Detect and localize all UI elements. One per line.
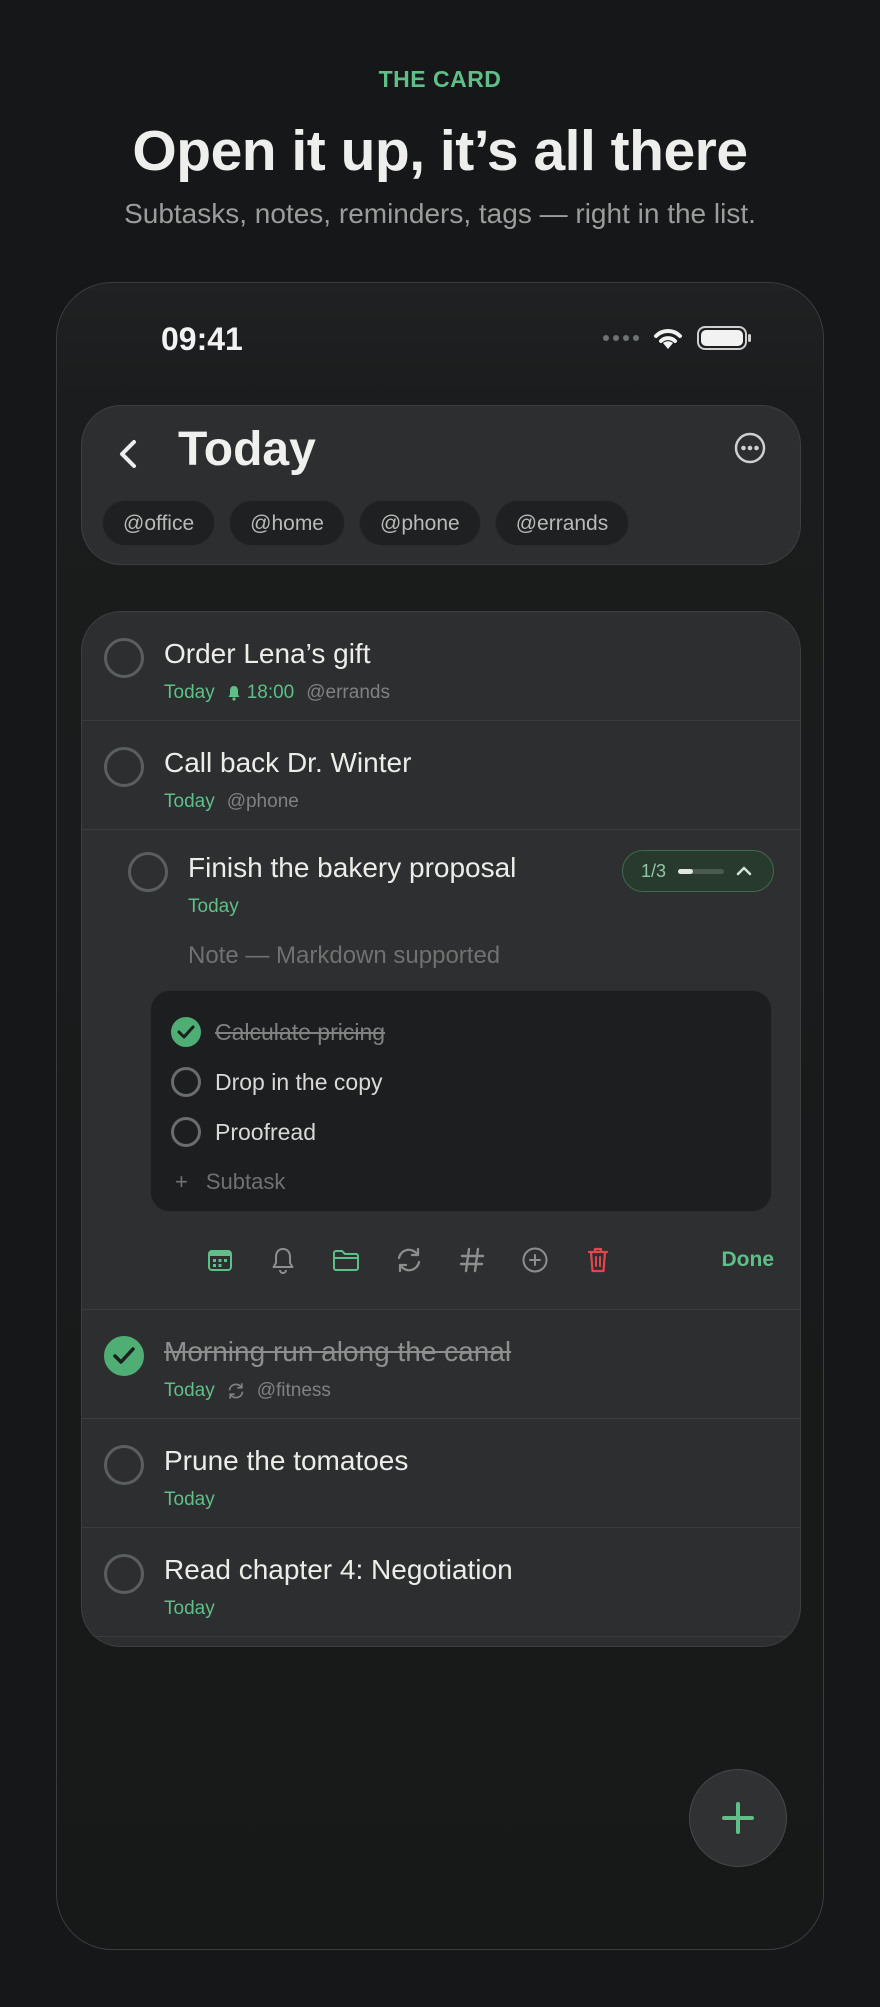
subtask-checkbox[interactable] [171,1017,201,1047]
task-context: @phone [226,791,299,812]
task-title: Read chapter 4: Negotiation [164,1554,513,1585]
task-reminder: 18:00 [227,682,295,704]
wifi-icon [654,329,682,349]
subtask-item[interactable]: Drop in the copy [171,1065,382,1099]
add-circle-icon[interactable] [515,1240,555,1280]
note-field[interactable]: Note — Markdown supported [188,942,500,970]
checkmark-icon [113,1347,135,1364]
task-date: Today [164,791,215,812]
page-title: Today [178,423,316,476]
subtask-label: Drop in the copy [215,1068,383,1095]
task-checkbox[interactable] [104,1336,144,1376]
task-title: Prune the tomatoes [164,1445,409,1476]
tag-home[interactable]: @home [229,500,345,546]
subtask-label: Calculate pricing [215,1018,386,1045]
chevron-up-icon [736,866,752,876]
subline: Subtasks, notes, reminders, tags — right… [124,198,756,229]
task-list: Order Lena’s gift Today 18:00 @errands C… [81,611,801,1647]
task-title: Morning run along the canal [164,1336,512,1367]
subtask-list: Calculate pricing Drop in the copy Proof… [150,990,772,1212]
phone-frame: 09:41 Today @office @home @phone @errand… [56,282,824,1950]
task-checkbox[interactable] [104,1445,144,1485]
task-date: Today [164,1380,215,1401]
task-date: Today [164,1489,215,1510]
subtask-progress-bar [678,868,725,874]
repeat-icon[interactable] [389,1240,429,1280]
task-date: Today [164,1598,215,1619]
bell-icon [228,686,240,701]
expanded-task-card: Finish the bakery proposal Today 1/3 Not… [82,830,800,1310]
subtask-label: Proofread [215,1118,317,1145]
task-row[interactable]: Order Lena’s gift Today 18:00 @errands [82,612,800,721]
task-action-toolbar: Done [200,1240,774,1280]
more-options-icon[interactable] [732,430,768,466]
task-title: Call back Dr. Winter [164,747,412,778]
subtask-item[interactable]: Proofread [171,1115,316,1149]
task-checkbox[interactable] [104,747,144,787]
subtask-progress-toggle[interactable]: 1/3 [622,850,774,892]
add-subtask-button[interactable]: + Subtask [175,1169,285,1195]
task-row[interactable]: Prune the tomatoes Today [82,1419,800,1528]
task-context: @errands [306,682,390,703]
task-row[interactable]: Call back Dr. Winter Today @phone [82,721,800,830]
task-date: Today [188,896,239,917]
task-row[interactable]: Read chapter 4: Negotiation Today [82,1528,800,1637]
task-context: @fitness [256,1380,331,1401]
header-card: Today @office @home @phone @errands [81,405,801,565]
plus-icon: + [175,1169,188,1194]
tag-office[interactable]: @office [102,500,216,546]
plus-icon [722,1802,754,1834]
headline: Open it up, it’s all there [132,119,748,183]
hashtag-icon[interactable] [452,1240,492,1280]
add-subtask-label: Subtask [205,1169,286,1194]
checkmark-icon [177,1025,195,1039]
trash-icon[interactable] [578,1240,618,1280]
task-title[interactable]: Finish the bakery proposal [188,852,516,884]
status-bar: 09:41 [57,283,823,393]
reminder-time: 18:00 [246,682,295,703]
repeat-icon [228,1383,243,1399]
tag-phone[interactable]: @phone [359,500,481,546]
task-title: Order Lena’s gift [164,638,371,669]
tag-errands[interactable]: @errands [494,500,630,546]
task-date: Today [164,682,215,703]
eyebrow: THE CARD [378,66,502,92]
done-button[interactable]: Done [722,1248,775,1272]
subtask-progress-label: 1/3 [641,860,667,881]
task-checkbox[interactable] [104,638,144,678]
bell-icon[interactable] [263,1240,303,1280]
status-time: 09:41 [161,321,243,357]
context-tag-bar: @office @home @phone @errands [102,500,630,546]
subtask-checkbox[interactable] [171,1117,201,1147]
battery-icon [697,326,751,350]
add-task-button[interactable] [689,1769,787,1867]
task-checkbox[interactable] [128,852,168,892]
calendar-icon[interactable] [200,1240,240,1280]
task-checkbox[interactable] [104,1554,144,1594]
back-chevron-icon[interactable] [110,434,146,474]
task-row[interactable]: Morning run along the canal Today @fitne… [82,1310,800,1419]
folder-icon[interactable] [326,1240,366,1280]
signal-dots-icon [603,335,639,341]
subtask-item[interactable]: Calculate pricing [171,1015,385,1049]
subtask-checkbox[interactable] [171,1067,201,1097]
